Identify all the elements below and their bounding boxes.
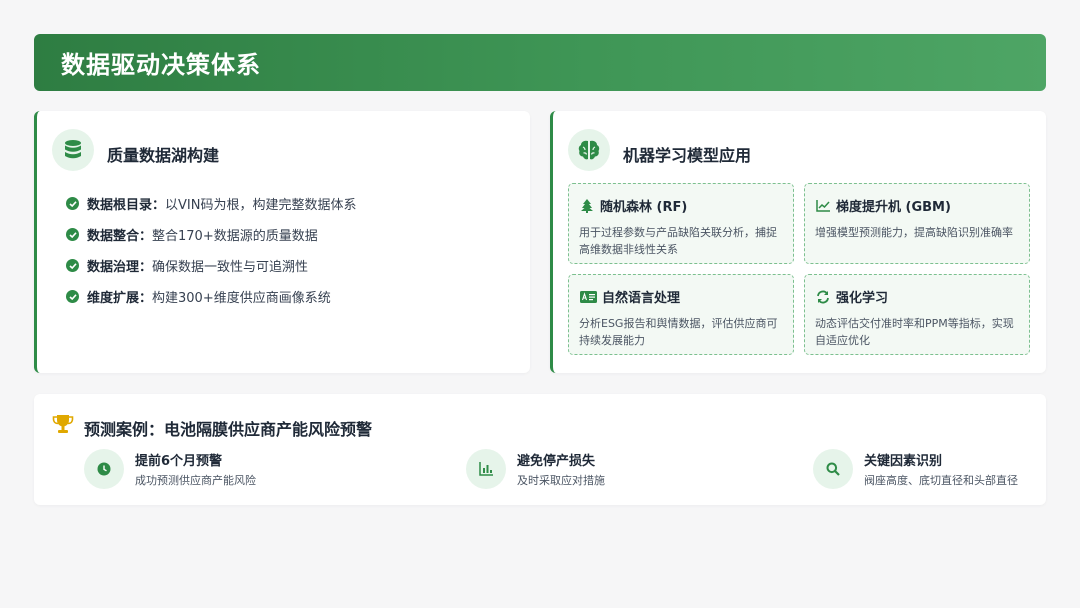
check-icon	[66, 290, 79, 303]
stat-early-warning: 提前6个月预警 成功预测供应商产能风险	[84, 449, 256, 489]
line-chart-icon	[815, 199, 831, 213]
stat-title: 提前6个月预警	[135, 454, 223, 469]
stat-title: 避免停产损失	[517, 454, 596, 469]
stat-sub: 成功预测供应商产能风险	[135, 474, 256, 487]
stat-title: 关键因素识别	[864, 454, 943, 469]
list-item-label: 数据根目录：	[87, 198, 166, 213]
list-item-label: 维度扩展：	[87, 291, 153, 306]
bar-chart-icon	[466, 449, 506, 489]
list-item-label: 数据治理：	[87, 260, 153, 275]
brain-icon	[568, 129, 610, 171]
database-icon	[52, 129, 94, 171]
list-item: 数据治理： 确保数据一致性与可追溯性	[66, 250, 356, 281]
clock-icon	[84, 449, 124, 489]
case-card: 预测案例：电池隔膜供应商产能风险预警 提前6个月预警 成功预测供应商产能风险 避…	[34, 394, 1046, 505]
tree-icon	[579, 198, 595, 213]
model-title: 随机森林 (RF)	[600, 200, 688, 215]
list-item: 数据根目录： 以VIN码为根，构建完整数据体系	[66, 188, 356, 219]
stat-avoid-loss: 避免停产损失 及时采取应对措施	[466, 449, 605, 489]
list-item: 数据整合： 整合170+数据源的质量数据	[66, 219, 356, 250]
trophy-icon	[52, 414, 74, 438]
check-icon	[66, 259, 79, 272]
stat-sub: 阀座高度、底切直径和头部直径	[864, 474, 1018, 487]
model-nlp: 自然语言处理 分析ESG报告和舆情数据，评估供应商可持续发展能力	[568, 274, 794, 355]
data-lake-list: 数据根目录： 以VIN码为根，构建完整数据体系 数据整合： 整合170+数据源的质量…	[66, 188, 356, 312]
model-desc: 分析ESG报告和舆情数据，评估供应商可持续发展能力	[579, 317, 778, 347]
model-desc: 动态评估交付准时率和PPM等指标，实现自适应优化	[815, 317, 1014, 347]
list-item-text: 构建300+维度供应商画像系统	[152, 291, 331, 306]
list-item-text: 以VIN码为根，构建完整数据体系	[165, 198, 357, 213]
model-random-forest: 随机森林 (RF) 用于过程参数与产品缺陷关联分析，捕捉高维数据非线性关系	[568, 183, 794, 264]
data-lake-card: 质量数据湖构建 数据根目录： 以VIN码为根，构建完整数据体系 数据整合： 整合17…	[34, 111, 530, 373]
list-item-text: 确保数据一致性与可追溯性	[152, 260, 309, 275]
data-lake-title: 质量数据湖构建	[107, 146, 220, 165]
header-banner: 数据驱动决策体系	[34, 34, 1046, 91]
stat-key-factors: 关键因素识别 阀座高度、底切直径和头部直径	[813, 449, 1018, 489]
check-icon	[66, 197, 79, 210]
check-icon	[66, 228, 79, 241]
list-item-label: 数据整合：	[87, 229, 153, 244]
model-desc: 用于过程参数与产品缺陷关联分析，捕捉高维数据非线性关系	[579, 226, 777, 256]
ml-models-card: 机器学习模型应用 随机森林 (RF) 用于过程参数与产品缺陷关联分析，捕捉高维数…	[550, 111, 1046, 373]
model-desc: 增强模型预测能力，提高缺陷识别准确率	[815, 226, 1013, 239]
sync-icon	[815, 290, 831, 304]
case-title: 预测案例：电池隔膜供应商产能风险预警	[84, 420, 373, 439]
model-title: 自然语言处理	[602, 291, 681, 306]
stat-sub: 及时采取应对措施	[517, 474, 605, 487]
page-title: 数据驱动决策体系	[61, 51, 261, 79]
ml-title: 机器学习模型应用	[623, 146, 752, 165]
model-gbm: 梯度提升机 (GBM) 增强模型预测能力，提高缺陷识别准确率	[804, 183, 1030, 264]
language-icon	[579, 290, 597, 304]
model-title: 强化学习	[836, 291, 889, 306]
model-title: 梯度提升机 (GBM)	[836, 200, 951, 215]
model-reinforcement-learning: 强化学习 动态评估交付准时率和PPM等指标，实现自适应优化	[804, 274, 1030, 355]
list-item-text: 整合170+数据源的质量数据	[152, 229, 318, 244]
list-item: 维度扩展： 构建300+维度供应商画像系统	[66, 281, 356, 312]
search-icon	[813, 449, 853, 489]
